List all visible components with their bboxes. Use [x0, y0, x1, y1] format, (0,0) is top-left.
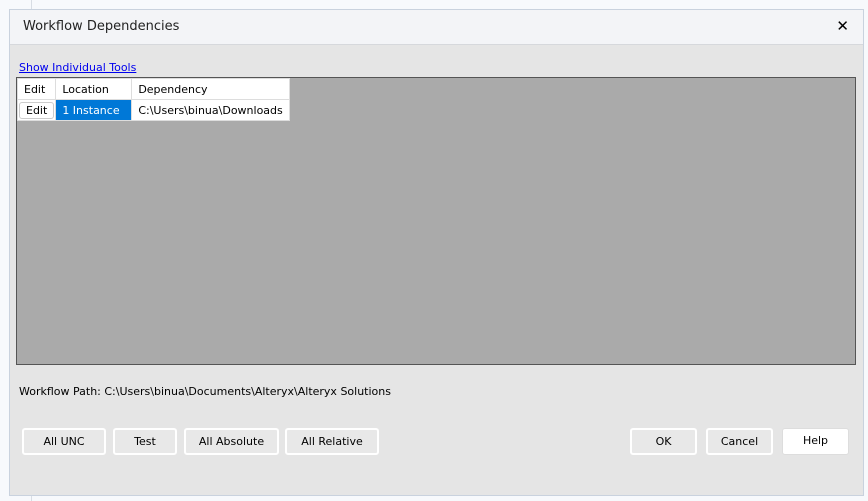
- header-edit: Edit: [16, 78, 57, 100]
- title-bar: Workflow Dependencies ✕: [10, 10, 863, 45]
- all-unc-button[interactable]: All UNC: [22, 428, 106, 455]
- table-header-row: Edit Location Dependency: [16, 78, 290, 100]
- header-location: Location: [55, 78, 133, 100]
- help-button[interactable]: Help: [782, 428, 849, 455]
- workflow-dependencies-dialog: Workflow Dependencies ✕ Show Individual …: [9, 9, 864, 496]
- dialog-title: Workflow Dependencies: [23, 19, 180, 34]
- test-button[interactable]: Test: [113, 428, 177, 455]
- close-icon[interactable]: ✕: [836, 17, 849, 35]
- edit-button[interactable]: Edit: [19, 101, 55, 119]
- show-individual-tools-link[interactable]: Show Individual Tools: [19, 61, 136, 74]
- dependencies-grid: Edit Location Dependency Edit 1 Instance…: [16, 77, 856, 365]
- all-relative-button[interactable]: All Relative: [285, 428, 379, 455]
- location-cell[interactable]: 1 Instance: [55, 99, 133, 121]
- workflow-path: Workflow Path: C:\Users\binua\Documents\…: [19, 385, 391, 398]
- table-row[interactable]: Edit 1 Instance C:\Users\binua\Downloads: [16, 99, 290, 121]
- all-absolute-button[interactable]: All Absolute: [184, 428, 279, 455]
- dependency-cell[interactable]: C:\Users\binua\Downloads: [131, 99, 290, 121]
- ok-button[interactable]: OK: [630, 428, 697, 455]
- header-dependency: Dependency: [131, 78, 290, 100]
- cancel-button[interactable]: Cancel: [706, 428, 773, 455]
